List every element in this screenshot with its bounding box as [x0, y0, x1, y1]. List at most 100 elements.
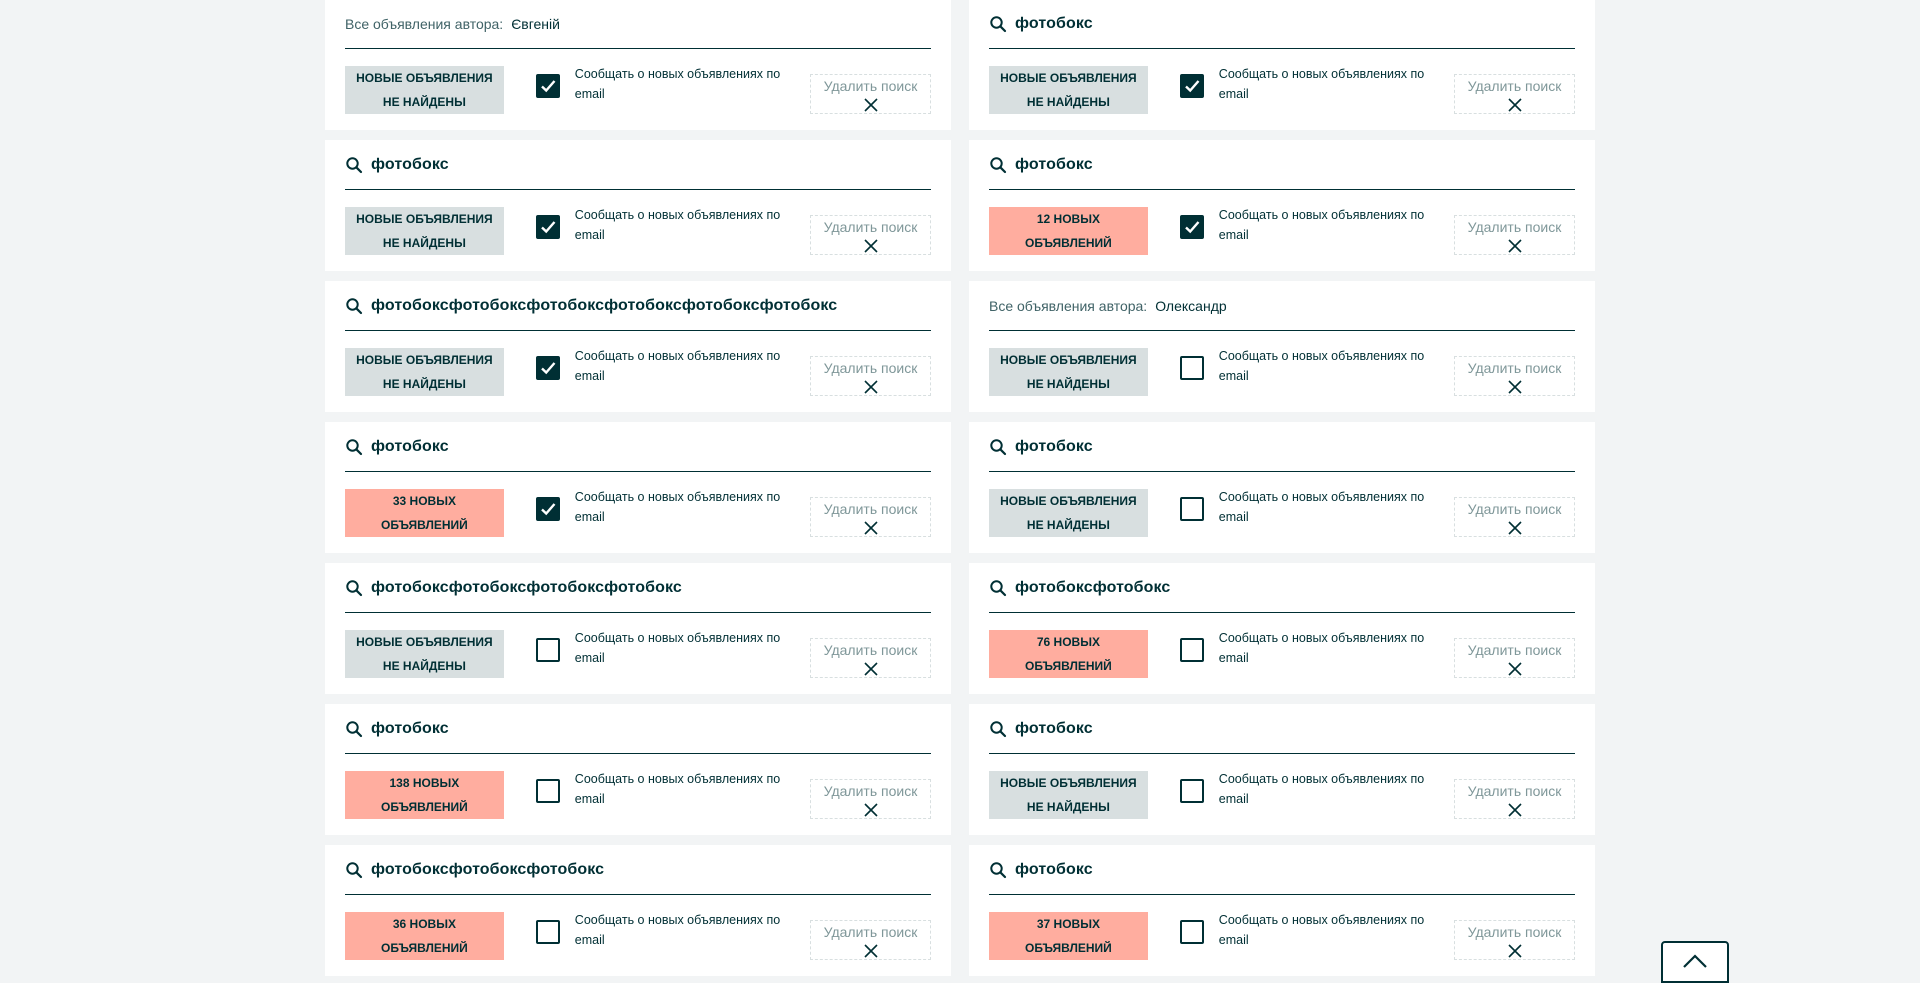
delete-search-label: Удалить поиск	[823, 924, 918, 940]
saved-search-controls: 37 новых объявлений Сообщать о новых объ…	[989, 912, 1575, 960]
saved-search-header[interactable]: фотобоксфотобокс	[989, 563, 1575, 613]
notify-email-checkbox[interactable]	[535, 779, 560, 803]
delete-search-button[interactable]: Удалить поиск	[810, 638, 931, 678]
saved-search-card: фотобоксфотобоксфотобоксфотобоксфотобокс…	[325, 281, 951, 412]
saved-search-header[interactable]: фотобокс	[989, 0, 1575, 49]
saved-search-controls: 76 новых объявлений Сообщать о новых объ…	[989, 630, 1575, 678]
new-ads-status-badge[interactable]: Новые объявления не найдены	[345, 66, 504, 114]
saved-search-header[interactable]: фотобокс	[989, 845, 1575, 895]
new-ads-status-badge[interactable]: Новые объявления не найдены	[989, 489, 1148, 537]
saved-search-header[interactable]: фотобоксфотобоксфотобоксфотобокс	[345, 563, 931, 613]
search-query[interactable]: фотобоксфотобоксфотобоксфотобокс	[371, 579, 682, 597]
notify-email-label[interactable]: Сообщать о новых объявлениях по email	[1219, 487, 1432, 527]
saved-search-card: фотобокс Новые объявления не найдены Соо…	[969, 0, 1595, 130]
delete-search-button[interactable]: Удалить поиск	[1454, 920, 1575, 960]
search-query[interactable]: фотобокс	[1015, 15, 1093, 33]
saved-search-controls: Новые объявления не найдены Сообщать о н…	[989, 66, 1575, 114]
new-ads-status-badge[interactable]: 37 новых объявлений	[989, 912, 1148, 960]
saved-search-card: фотобокс 37 новых объявлений Сообщать о …	[969, 845, 1595, 976]
notify-email-checkbox[interactable]	[535, 920, 560, 944]
new-ads-status-badge[interactable]: Новые объявления не найдены	[345, 630, 504, 678]
delete-search-button[interactable]: Удалить поиск	[810, 920, 931, 960]
saved-search-header[interactable]: фотобокс	[345, 422, 931, 472]
notify-email-checkbox[interactable]	[1179, 779, 1204, 803]
notify-email-checkbox[interactable]	[1179, 356, 1204, 380]
search-query[interactable]: фотобоксфотобоксфотобокс	[371, 861, 604, 879]
search-query[interactable]: фотобоксфотобокс	[1015, 579, 1170, 597]
search-query[interactable]: фотобокс	[1015, 861, 1093, 879]
delete-search-button[interactable]: Удалить поиск	[1454, 356, 1575, 396]
delete-search-button[interactable]: Удалить поиск	[1454, 638, 1575, 678]
new-ads-status-badge[interactable]: Новые объявления не найдены	[989, 771, 1148, 819]
search-query[interactable]: фотобокс	[1015, 438, 1093, 456]
new-ads-status-badge[interactable]: 36 новых объявлений	[345, 912, 504, 960]
new-ads-status-badge[interactable]: 138 новых объявлений	[345, 771, 504, 819]
saved-search-header[interactable]: фотобокс	[989, 422, 1575, 472]
notify-email-label[interactable]: Сообщать о новых объявлениях по email	[1219, 769, 1432, 809]
delete-search-button[interactable]: Удалить поиск	[1454, 74, 1575, 114]
notify-email-checkbox[interactable]	[535, 74, 560, 98]
notify-email-label[interactable]: Сообщать о новых объявлениях по email	[575, 205, 788, 245]
saved-searches-grid: Все объявления автора: Євгеній Новые объ…	[325, 0, 1595, 976]
saved-search-header[interactable]: фотобоксфотобоксфотобоксфотобоксфотобокс…	[345, 281, 931, 331]
notify-email-checkbox[interactable]	[1179, 638, 1204, 662]
search-query[interactable]: фотобокс	[1015, 720, 1093, 738]
search-query[interactable]: фотобоксфотобоксфотобоксфотобоксфотобокс…	[371, 297, 837, 315]
saved-search-header[interactable]: фотобоксфотобоксфотобокс	[345, 845, 931, 895]
checkmark-icon	[1183, 218, 1201, 236]
delete-search-button[interactable]: Удалить поиск	[810, 215, 931, 255]
author-name[interactable]: Олександр	[1155, 298, 1226, 314]
new-ads-status-badge[interactable]: Новые объявления не найдены	[345, 207, 504, 255]
delete-search-button[interactable]: Удалить поиск	[1454, 779, 1575, 819]
search-icon	[989, 579, 1007, 597]
search-query[interactable]: фотобокс	[371, 156, 449, 174]
author-name[interactable]: Євгеній	[511, 16, 560, 32]
saved-search-card: фотобокс Новые объявления не найдены Соо…	[969, 704, 1595, 835]
notify-email-label[interactable]: Сообщать о новых объявлениях по email	[575, 346, 788, 386]
saved-search-header[interactable]: фотобокс	[989, 140, 1575, 190]
notify-email-checkbox[interactable]	[1179, 215, 1204, 239]
delete-search-button[interactable]: Удалить поиск	[810, 74, 931, 114]
delete-search-button[interactable]: Удалить поиск	[1454, 497, 1575, 537]
delete-search-button[interactable]: Удалить поиск	[810, 356, 931, 396]
delete-search-button[interactable]: Удалить поиск	[810, 497, 931, 537]
search-query[interactable]: фотобокс	[1015, 156, 1093, 174]
delete-search-label: Удалить поиск	[1467, 219, 1562, 235]
notify-email-label[interactable]: Сообщать о новых объявлениях по email	[1219, 346, 1432, 386]
new-ads-status-badge[interactable]: 76 новых объявлений	[989, 630, 1148, 678]
notify-email-label[interactable]: Сообщать о новых объявлениях по email	[575, 64, 788, 104]
notify-email-label[interactable]: Сообщать о новых объявлениях по email	[1219, 628, 1432, 668]
notify-email-label[interactable]: Сообщать о новых объявлениях по email	[575, 910, 788, 950]
new-ads-status-badge[interactable]: Новые объявления не найдены	[989, 66, 1148, 114]
saved-search-controls: Новые объявления не найдены Сообщать о н…	[345, 630, 931, 678]
notify-email-checkbox[interactable]	[535, 215, 560, 239]
close-icon	[1507, 944, 1522, 958]
delete-search-button[interactable]: Удалить поиск	[810, 779, 931, 819]
notify-email-checkbox[interactable]	[535, 638, 560, 662]
saved-search-header[interactable]: фотобокс	[345, 140, 931, 190]
search-query[interactable]: фотобокс	[371, 720, 449, 738]
close-icon	[1507, 521, 1522, 535]
notify-email-label[interactable]: Сообщать о новых объявлениях по email	[575, 628, 788, 668]
notify-email-label[interactable]: Сообщать о новых объявлениях по email	[575, 769, 788, 809]
new-ads-status-badge[interactable]: Новые объявления не найдены	[989, 348, 1148, 396]
saved-search-header[interactable]: фотобокс	[345, 704, 931, 754]
search-query[interactable]: фотобокс	[371, 438, 449, 456]
new-ads-status-badge[interactable]: 12 новых объявлений	[989, 207, 1148, 255]
notify-email-checkbox[interactable]	[1179, 497, 1204, 521]
delete-search-button[interactable]: Удалить поиск	[1454, 215, 1575, 255]
scroll-to-top-button[interactable]	[1661, 941, 1729, 983]
notify-email-checkbox[interactable]	[1179, 920, 1204, 944]
notify-email-label[interactable]: Сообщать о новых объявлениях по email	[1219, 205, 1432, 245]
new-ads-status-badge[interactable]: Новые объявления не найдены	[345, 348, 504, 396]
checkmark-icon	[539, 218, 557, 236]
notify-email-checkbox[interactable]	[1179, 74, 1204, 98]
new-ads-status-badge[interactable]: 33 новых объявлений	[345, 489, 504, 537]
notify-email-label[interactable]: Сообщать о новых объявлениях по email	[575, 487, 788, 527]
notify-email-checkbox[interactable]	[535, 497, 560, 521]
saved-search-controls: Новые объявления не найдены Сообщать о н…	[989, 348, 1575, 396]
notify-email-label[interactable]: Сообщать о новых объявлениях по email	[1219, 910, 1432, 950]
notify-email-label[interactable]: Сообщать о новых объявлениях по email	[1219, 64, 1432, 104]
saved-search-header[interactable]: фотобокс	[989, 704, 1575, 754]
notify-email-checkbox[interactable]	[535, 356, 560, 380]
